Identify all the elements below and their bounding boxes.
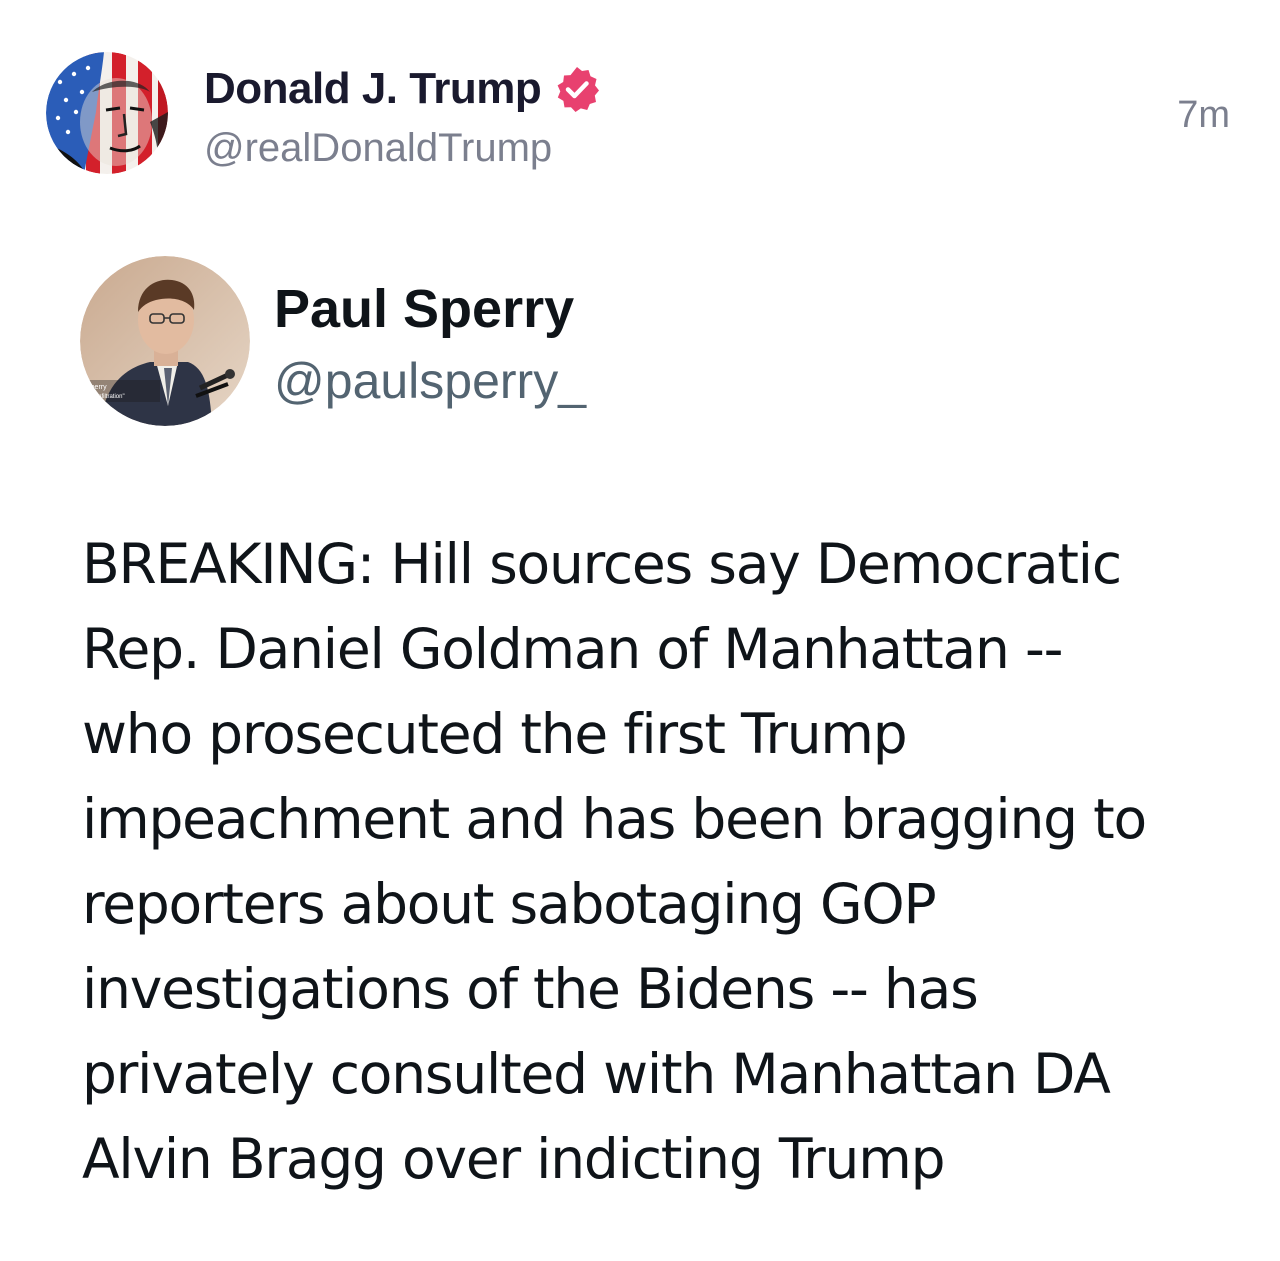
author-handle[interactable]: @realDonaldTrump: [204, 126, 552, 171]
tweet-text-line: Alvin Bragg over indicting Trump: [82, 1127, 946, 1191]
tweet-text-line: impeachment and has been bragging to: [82, 787, 1147, 851]
tweet-text-line: who prosecuted the first Trump: [82, 702, 908, 766]
post-header: Donald J. Trump @realDonaldTrump 7m: [46, 52, 1234, 176]
svg-text:Sperry: Sperry: [86, 384, 107, 391]
tweet-text-line: reporters about sabotaging GOP: [82, 872, 937, 936]
author-avatar[interactable]: [46, 52, 168, 174]
embedded-author-name: Paul Sperry: [274, 279, 575, 339]
tweet-text-line: BREAKING: Hill sources say Democratic: [82, 532, 1122, 596]
author-avatar-image: [46, 52, 168, 174]
embedded-avatar-image: Sperry or, "Infiltration": [80, 256, 250, 426]
author-name[interactable]: Donald J. Trump: [204, 64, 542, 114]
tweet-text-line: privately consulted with Manhattan DA: [82, 1042, 1111, 1106]
svg-text:or, "Infiltration": or, "Infiltration": [86, 394, 125, 400]
embedded-author-handle: @paulsperry_: [274, 353, 587, 409]
tweet-text-line: investigations of the Bidens -- has: [82, 957, 979, 1021]
embedded-tweet-text: BREAKING: Hill sources say Democratic Re…: [82, 522, 1222, 1202]
embedded-author-avatar: Sperry or, "Infiltration": [80, 256, 250, 426]
verified-badge-icon: [553, 65, 601, 113]
author-name-row: Donald J. Trump: [204, 64, 601, 114]
tweet-text-line: Rep. Daniel Goldman of Manhattan --: [82, 617, 1063, 681]
post-timestamp[interactable]: 7m: [1177, 94, 1230, 137]
